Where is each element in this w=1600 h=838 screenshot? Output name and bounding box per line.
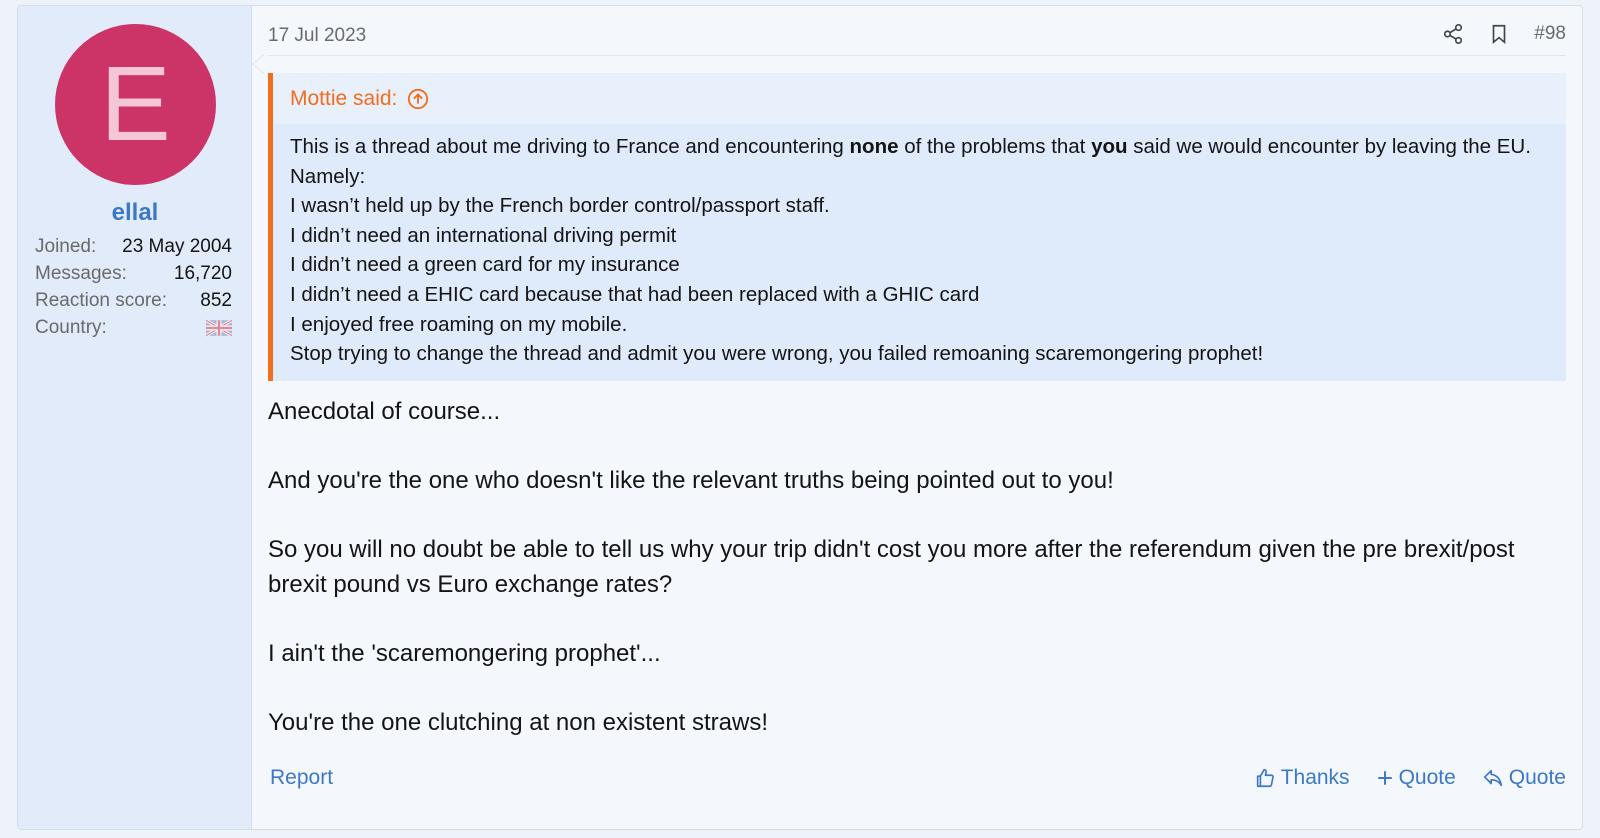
stat-value: 852 bbox=[200, 290, 232, 311]
stat-reaction-score: Reaction score: 852 bbox=[35, 290, 232, 317]
stat-country: Country: bbox=[35, 317, 232, 344]
plus-icon bbox=[1377, 771, 1392, 785]
thanks-label: Thanks bbox=[1280, 766, 1350, 789]
post-header: 17 Jul 2023 #98 bbox=[268, 6, 1566, 56]
post-actions: Thanks Quote Quote bbox=[1254, 766, 1566, 790]
post-date[interactable]: 17 Jul 2023 bbox=[268, 25, 366, 47]
post-container: E ellal Joined: 23 May 2004 Messages: 16… bbox=[17, 5, 1583, 830]
body-paragraph: I ain't the 'scaremongering prophet'... bbox=[268, 639, 661, 667]
body-paragraph: So you will no doubt be able to tell us … bbox=[268, 536, 1515, 598]
user-stats: Joined: 23 May 2004 Messages: 16,720 Rea… bbox=[35, 236, 232, 344]
post-footer: Report Thanks Quote Quote bbox=[268, 763, 1566, 793]
body-paragraph: You're the one clutching at non existent… bbox=[268, 708, 769, 736]
quote-line: I enjoyed free roaming on my mobile. bbox=[290, 312, 628, 336]
multiquote-button[interactable]: Quote bbox=[1376, 766, 1456, 790]
multiquote-label: Quote bbox=[1398, 766, 1456, 789]
quote-body: This is a thread about me driving to Fra… bbox=[273, 124, 1566, 369]
post-body: Anecdotal of course... And you're the on… bbox=[268, 395, 1566, 775]
body-paragraph: Anecdotal of course... bbox=[268, 398, 501, 425]
stat-messages: Messages: 16,720 bbox=[35, 263, 232, 290]
stat-value: 23 May 2004 bbox=[122, 236, 232, 257]
stat-value: 16,720 bbox=[173, 263, 232, 284]
user-sidebar: E ellal Joined: 23 May 2004 Messages: 16… bbox=[18, 6, 252, 829]
quote-line: I didn’t need an international driving p… bbox=[290, 223, 677, 247]
quote-header[interactable]: Mottie said: bbox=[273, 73, 1566, 124]
body-paragraph: And you're the one who doesn't like the … bbox=[268, 467, 1114, 494]
report-link[interactable]: Report bbox=[270, 766, 333, 790]
stat-label: Reaction score: bbox=[35, 290, 168, 311]
quote-line: I didn’t need a EHIC card because that h… bbox=[290, 282, 980, 306]
reply-quote-label: Quote bbox=[1508, 766, 1566, 789]
quote-author-label[interactable]: Mottie said: bbox=[290, 87, 397, 111]
quote-line: Stop trying to change the thread and adm… bbox=[290, 342, 1264, 366]
avatar[interactable]: E bbox=[55, 24, 216, 185]
quote-line: This is a thread about me driving to Fra… bbox=[290, 135, 1531, 188]
quote-block: Mottie said: This is a thread about me d… bbox=[268, 73, 1566, 381]
thumbs-up-icon bbox=[1256, 768, 1274, 788]
quote-line: I didn’t need a green card for my insura… bbox=[290, 253, 680, 277]
message-column: 17 Jul 2023 #98 Mottie said: This is a t… bbox=[252, 6, 1582, 829]
username-link[interactable]: ellal bbox=[18, 199, 252, 227]
thanks-button[interactable]: Thanks bbox=[1254, 766, 1350, 790]
post-number-link[interactable]: #98 bbox=[1534, 23, 1566, 45]
reply-icon bbox=[1483, 769, 1502, 787]
stat-joined: Joined: 23 May 2004 bbox=[35, 236, 232, 263]
stat-label: Messages: bbox=[35, 263, 127, 284]
bookmark-icon[interactable] bbox=[1488, 22, 1510, 46]
quote-line: I wasn’t held up by the French border co… bbox=[290, 194, 830, 218]
stat-label: Country: bbox=[35, 317, 107, 338]
stat-label: Joined: bbox=[35, 236, 97, 257]
arrow-up-circle-icon[interactable] bbox=[407, 88, 429, 110]
reply-quote-button[interactable]: Quote bbox=[1482, 766, 1566, 790]
share-icon[interactable] bbox=[1442, 22, 1464, 46]
uk-flag-icon bbox=[206, 319, 232, 337]
post-header-actions: #98 bbox=[1442, 22, 1566, 46]
